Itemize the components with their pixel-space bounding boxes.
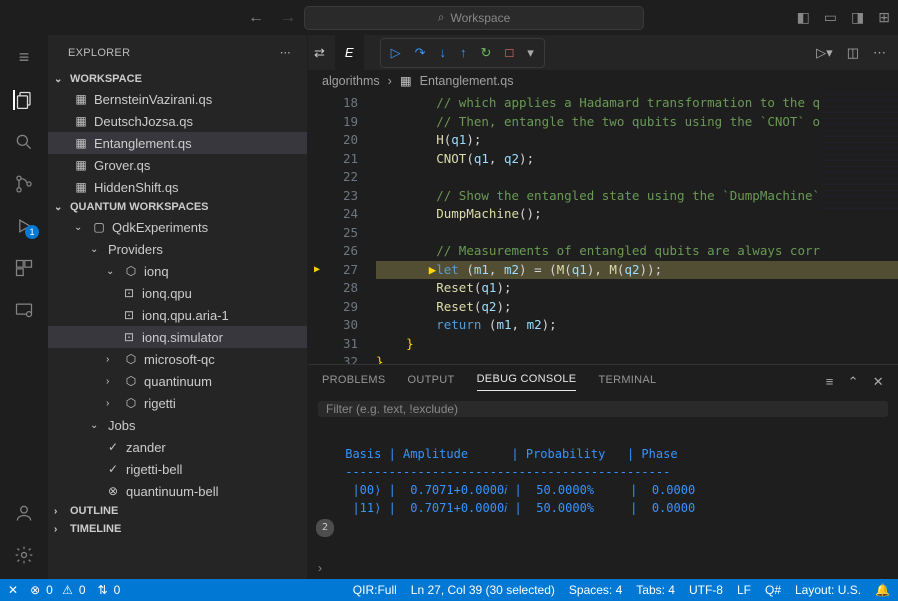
step-over-icon[interactable]: ↷ (415, 45, 426, 61)
target-ionq.qpu.aria-1[interactable]: ⊡ionq.qpu.aria-1 (48, 304, 307, 326)
stop-icon[interactable]: □ (505, 45, 513, 61)
explorer-icon[interactable] (13, 90, 35, 110)
editor-more-icon[interactable]: ⋯ (873, 45, 886, 61)
extensions-icon[interactable] (14, 258, 34, 278)
remote-status-icon[interactable]: ✕ (8, 583, 18, 597)
settings-gear-icon[interactable] (14, 545, 34, 565)
panel-maximize-icon[interactable]: ⌃ (848, 374, 859, 390)
timeline-section[interactable]: ›TIMELINE (48, 520, 307, 538)
provider-microsoft-qc[interactable]: ›⬡microsoft-qc (48, 348, 307, 370)
panel-close-icon[interactable]: ✕ (873, 374, 884, 390)
tab-bar: ⇄ E ▷ ↷ ↓ ↑ ↻ □ ▾ ▷▾ ◫ ⋯ (308, 35, 898, 70)
tab-entanglement[interactable]: E (335, 35, 364, 70)
cursor-status[interactable]: Ln 27, Col 39 (30 selected) (411, 583, 555, 597)
accounts-icon[interactable] (14, 503, 34, 523)
spaces-status[interactable]: Spaces: 4 (569, 583, 622, 597)
search-icon: ⌕ (438, 10, 445, 25)
qws-root[interactable]: ⌄▢QdkExperiments (48, 216, 307, 238)
provider-ionq[interactable]: ⌄⬡ionq (48, 260, 307, 282)
layout-panel-icon[interactable]: ▭ (824, 9, 837, 26)
source-control-icon[interactable] (14, 174, 34, 194)
editor-area: ⇄ E ▷ ↷ ↓ ↑ ↻ □ ▾ ▷▾ ◫ ⋯ algorithms› ▦ E… (308, 35, 898, 579)
remote-icon[interactable] (14, 300, 34, 320)
file-HiddenShift.qs[interactable]: ▦HiddenShift.qs (48, 176, 307, 198)
layout-secondary-icon[interactable]: ◨ (851, 9, 864, 26)
run-dropdown-icon[interactable]: ▷▾ (816, 45, 833, 61)
status-bar: ✕ ⊗ 0 ⚠ 0 ⇅ 0 QIR:Full Ln 27, Col 39 (30… (0, 579, 898, 601)
explorer-title: EXPLORER (68, 47, 130, 59)
title-bar: ← → ⌕ Workspace ◧ ▭ ◨ ⊞ (0, 0, 898, 35)
tab-actions-icon[interactable]: ⇄ (314, 45, 325, 61)
language-status[interactable]: Q# (765, 583, 781, 597)
provider-quantinuum[interactable]: ›⬡quantinuum (48, 370, 307, 392)
nav-back-icon[interactable]: ← (248, 9, 264, 27)
panel-tab-terminal[interactable]: TERMINAL (598, 374, 656, 391)
step-into-icon[interactable]: ↓ (439, 45, 446, 61)
breadcrumb[interactable]: algorithms› ▦ Entanglement.qs (308, 70, 898, 92)
debug-console-output: Basis | Amplitude | Probability | Phase … (308, 423, 898, 557)
sidebar-more-icon[interactable]: ⋯ (280, 46, 291, 59)
providers-node[interactable]: ⌄Providers (48, 238, 307, 260)
code-editor[interactable]: 18 // which applies a Hadamard transform… (308, 92, 898, 364)
bottom-panel: PROBLEMSOUTPUTDEBUG CONSOLETERMINAL ≡ ⌃ … (308, 364, 898, 579)
job-rigetti-bell[interactable]: ✓rigetti-bell (48, 458, 307, 480)
debug-filter-input[interactable]: Filter (e.g. text, !exclude) (318, 401, 888, 417)
run-debug-icon[interactable]: 1 (14, 216, 34, 236)
target-ionq.simulator[interactable]: ⊡ionq.simulator (48, 326, 307, 348)
file-DeutschJozsa.qs[interactable]: ▦DeutschJozsa.qs (48, 110, 307, 132)
minimap[interactable] (822, 94, 898, 214)
continue-icon[interactable]: ▷ (391, 45, 401, 61)
layout-primary-icon[interactable]: ◧ (797, 9, 810, 26)
quantum-workspaces-section[interactable]: ⌄QUANTUM WORKSPACES (48, 198, 307, 216)
panel-tab-debug-console[interactable]: DEBUG CONSOLE (477, 373, 577, 391)
workspace-section[interactable]: ⌄WORKSPACE (48, 70, 307, 88)
outline-section[interactable]: ›OUTLINE (48, 502, 307, 520)
debug-repl-prompt[interactable]: › (308, 557, 898, 579)
repeat-count-badge: 2 (316, 519, 334, 537)
step-out-icon[interactable]: ↑ (460, 45, 467, 61)
panel-tab-output[interactable]: OUTPUT (408, 374, 455, 391)
target-ionq.qpu[interactable]: ⊡ionq.qpu (48, 282, 307, 304)
notifications-icon[interactable]: 🔔 (875, 583, 890, 597)
restart-icon[interactable]: ↻ (480, 45, 491, 61)
eol-status[interactable]: LF (737, 583, 751, 597)
encoding-status[interactable]: UTF-8 (689, 583, 723, 597)
explorer-sidebar: EXPLORER ⋯ ⌄WORKSPACE ▦BernsteinVazirani… (48, 35, 308, 579)
ports-status[interactable]: ⇅ 0 (98, 583, 121, 597)
tabs-status[interactable]: Tabs: 4 (636, 583, 675, 597)
layout-status[interactable]: Layout: U.S. (795, 583, 861, 597)
search-activity-icon[interactable] (14, 132, 34, 152)
activity-bar: ≡ 1 (0, 35, 48, 579)
panel-filter-icon[interactable]: ≡ (826, 374, 834, 390)
panel-tab-problems[interactable]: PROBLEMS (322, 374, 386, 391)
provider-rigetti[interactable]: ›⬡rigetti (48, 392, 307, 414)
debug-toolbar: ▷ ↷ ↓ ↑ ↻ □ ▾ (380, 38, 545, 68)
file-Entanglement.qs[interactable]: ▦Entanglement.qs (48, 132, 307, 154)
debug-more-icon[interactable]: ▾ (527, 45, 534, 61)
file-Grover.qs[interactable]: ▦Grover.qs (48, 154, 307, 176)
layout-custom-icon[interactable]: ⊞ (878, 9, 890, 26)
file-BernsteinVazirani.qs[interactable]: ▦BernsteinVazirani.qs (48, 88, 307, 110)
menu-icon[interactable]: ≡ (19, 47, 30, 68)
jobs-node[interactable]: ⌄Jobs (48, 414, 307, 436)
job-zander[interactable]: ✓zander (48, 436, 307, 458)
problems-status[interactable]: ⊗ 0 ⚠ 0 (30, 583, 86, 597)
qir-status[interactable]: QIR:Full (353, 583, 397, 597)
split-editor-icon[interactable]: ◫ (847, 45, 859, 61)
command-center[interactable]: ⌕ Workspace (304, 6, 644, 30)
job-quantinuum-bell[interactable]: ⊗quantinuum-bell (48, 480, 307, 502)
nav-fwd-icon[interactable]: → (280, 9, 296, 27)
